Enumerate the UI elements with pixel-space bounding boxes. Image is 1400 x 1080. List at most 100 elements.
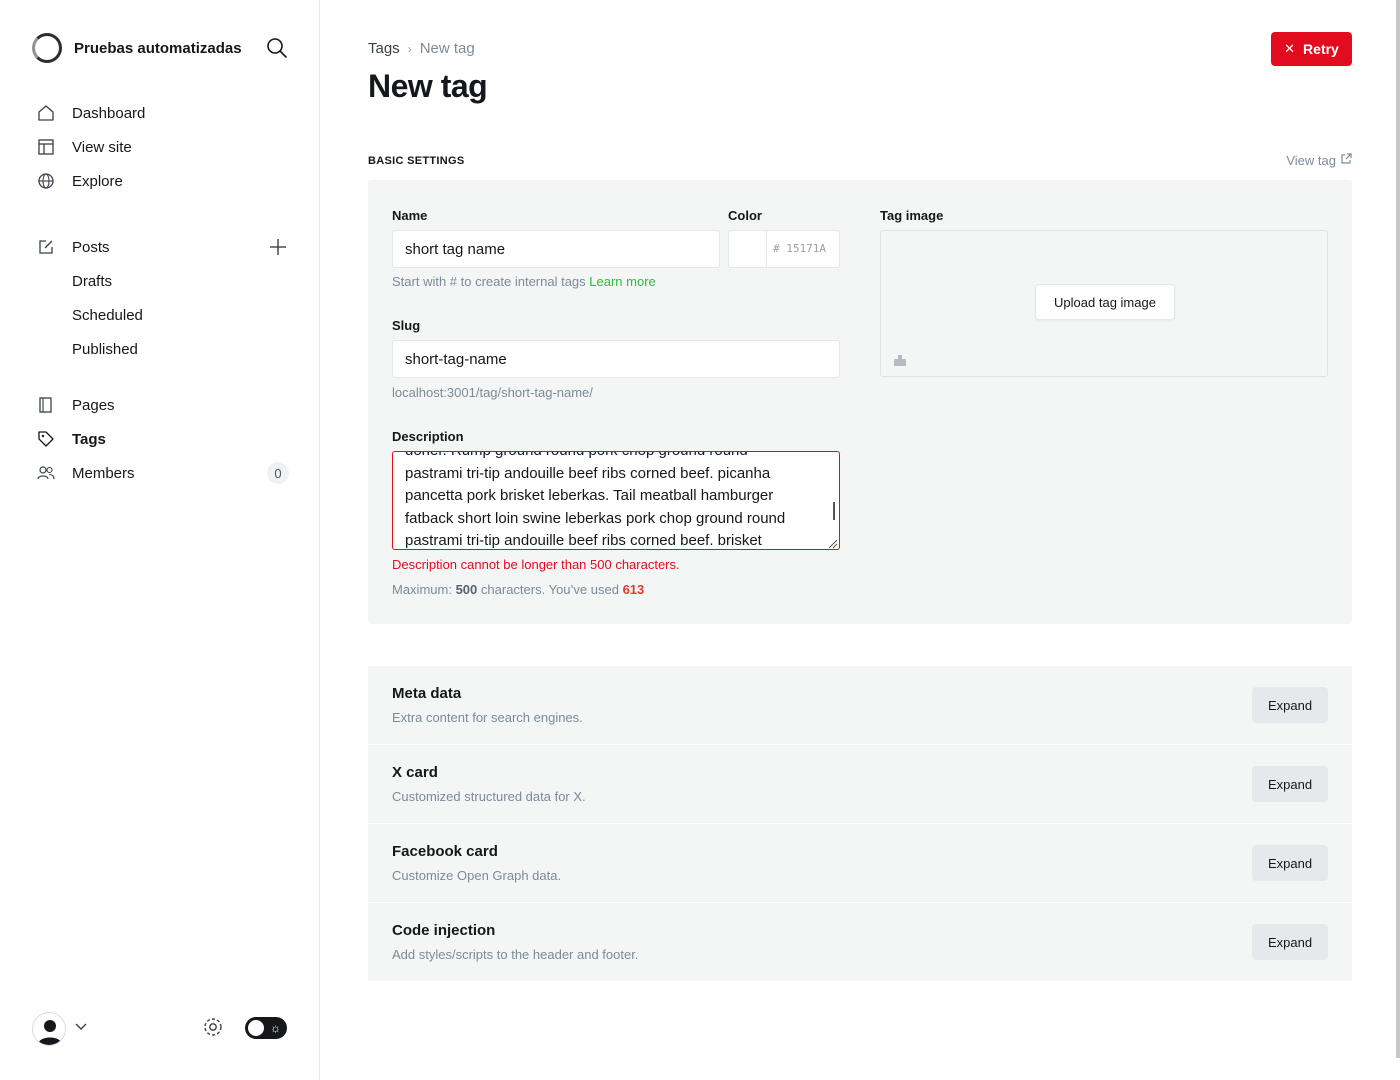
retry-label: Retry <box>1303 41 1339 57</box>
name-hint-text: Start with # to create internal tags <box>392 274 586 289</box>
description-line: fatback short loin swine leberkas pork c… <box>405 509 786 527</box>
page-icon <box>36 395 56 415</box>
external-link-icon <box>1340 153 1352 168</box>
description-error: Description cannot be longer than 500 ch… <box>392 557 680 572</box>
nav-posts[interactable]: Posts <box>36 230 292 264</box>
nav-drafts-label: Drafts <box>72 272 113 290</box>
meta-data-section: Meta data Extra content for search engin… <box>368 666 1352 745</box>
description-text: doner. Rump ground round pork chop groun… <box>405 452 823 549</box>
nav-pages[interactable]: Pages <box>36 388 292 422</box>
expand-button[interactable]: Expand <box>1252 766 1328 802</box>
x-card-section: X card Customized structured data for X.… <box>368 745 1352 824</box>
section-title: X card <box>392 764 438 781</box>
tag-image-label: Tag image <box>880 208 944 223</box>
view-tag-label: View tag <box>1286 153 1336 168</box>
home-icon <box>36 103 56 123</box>
layout-icon <box>36 137 56 157</box>
site-header: Pruebas automatizadas <box>32 32 290 64</box>
section-description: Add styles/scripts to the header and foo… <box>392 947 639 962</box>
gear-icon[interactable] <box>202 1016 224 1043</box>
chevron-right-icon: › <box>407 41 412 56</box>
edit-icon <box>36 237 56 257</box>
counter-mid: characters. You’ve used <box>480 582 619 597</box>
content-nav: Posts Drafts Scheduled Published <box>36 230 292 366</box>
close-icon: ✕ <box>1284 41 1296 56</box>
members-icon <box>36 463 56 483</box>
nav-posts-label: Posts <box>72 238 110 256</box>
description-line: pastrami tri-tip andouille beef ribs cor… <box>405 532 762 549</box>
color-input[interactable]: # 15171A <box>728 230 840 268</box>
section-title: Code injection <box>392 922 496 939</box>
basic-settings-heading: BASIC SETTINGS <box>368 155 465 167</box>
upload-tag-image-button[interactable]: Upload tag image <box>1035 284 1175 320</box>
expand-button[interactable]: Expand <box>1252 687 1328 723</box>
breadcrumb-current: New tag <box>419 40 475 57</box>
code-injection-section: Code injection Add styles/scripts to the… <box>368 903 1352 982</box>
sun-icon: ☼ <box>270 1021 281 1035</box>
facebook-card-section: Facebook card Customize Open Graph data.… <box>368 824 1352 903</box>
character-counter: Maximum: 500 characters. You’ve used 613 <box>392 582 644 597</box>
nav-published-label: Published <box>72 340 138 358</box>
counter-used: 613 <box>622 582 645 597</box>
nav-scheduled-label: Scheduled <box>72 306 143 324</box>
primary-nav: Dashboard View site Explore <box>36 96 292 198</box>
user-avatar[interactable] <box>32 1012 66 1046</box>
nav-published[interactable]: Published <box>36 332 292 366</box>
name-input[interactable]: short tag name <box>392 230 720 268</box>
nav-view-site[interactable]: View site <box>36 130 292 164</box>
add-post-icon[interactable] <box>268 237 288 257</box>
nav-view-site-label: View site <box>72 138 132 156</box>
site-title[interactable]: Pruebas automatizadas <box>74 40 242 57</box>
slug-label: Slug <box>392 318 421 333</box>
description-textarea[interactable]: doner. Rump ground round pork chop groun… <box>392 451 840 550</box>
view-tag-link[interactable]: View tag <box>1286 153 1352 168</box>
nav-dashboard[interactable]: Dashboard <box>36 96 292 130</box>
textarea-scrollbar[interactable] <box>833 502 835 520</box>
globe-icon <box>36 171 56 191</box>
nav-tags-label: Tags <box>72 430 106 448</box>
tag-image-dropzone[interactable]: Upload tag image <box>880 230 1328 377</box>
secondary-nav: Pages Tags Members 0 <box>36 388 292 490</box>
section-title: Meta data <box>392 685 462 702</box>
site-logo[interactable] <box>32 33 62 63</box>
sidebar: Pruebas automatizadas Dashboard View sit… <box>0 0 320 1080</box>
toggle-knob <box>248 1020 264 1036</box>
description-label: Description <box>392 429 464 444</box>
nav-scheduled[interactable]: Scheduled <box>36 298 292 332</box>
section-description: Customized structured data for X. <box>392 789 586 804</box>
nav-drafts[interactable]: Drafts <box>36 264 292 298</box>
color-hex-placeholder: # 15171A <box>773 242 826 255</box>
name-label: Name <box>392 208 428 223</box>
members-count-badge: 0 <box>267 462 289 484</box>
nav-tags[interactable]: Tags <box>36 422 292 456</box>
counter-prefix: Maximum: <box>392 582 452 597</box>
color-swatch[interactable] <box>729 231 767 267</box>
slug-url: localhost:3001/tag/short-tag-name/ <box>392 385 593 400</box>
image-placeholder-icon <box>893 353 907 372</box>
counter-max: 500 <box>455 582 478 597</box>
breadcrumb: Tags › New tag <box>368 40 475 57</box>
chevron-down-icon[interactable] <box>74 1020 88 1039</box>
slug-input[interactable]: short-tag-name <box>392 340 840 378</box>
search-icon[interactable] <box>266 37 288 59</box>
color-label: Color <box>728 208 762 223</box>
resize-handle-icon[interactable] <box>826 536 838 549</box>
expandable-sections: Meta data Extra content for search engin… <box>368 666 1352 982</box>
learn-more-link[interactable]: Learn more <box>589 274 655 289</box>
nav-explore-label: Explore <box>72 172 123 190</box>
nav-explore[interactable]: Explore <box>36 164 292 198</box>
window-scrollbar[interactable] <box>1396 0 1400 1058</box>
page-title: New tag <box>368 68 488 104</box>
expand-button[interactable]: Expand <box>1252 924 1328 960</box>
expand-button[interactable]: Expand <box>1252 845 1328 881</box>
section-title: Facebook card <box>392 843 498 860</box>
description-line: pancetta pork brisket leberkas. Tail mea… <box>405 487 774 504</box>
breadcrumb-tags-link[interactable]: Tags <box>368 40 400 57</box>
nav-members-label: Members <box>72 464 135 482</box>
basic-settings-card: Name short tag name Color # 15171A Start… <box>368 180 1352 624</box>
nav-members[interactable]: Members 0 <box>36 456 292 490</box>
theme-toggle[interactable]: ☼ <box>245 1017 287 1039</box>
section-description: Extra content for search engines. <box>392 710 583 725</box>
retry-button[interactable]: ✕ Retry <box>1271 32 1352 66</box>
nav-dashboard-label: Dashboard <box>72 104 146 122</box>
